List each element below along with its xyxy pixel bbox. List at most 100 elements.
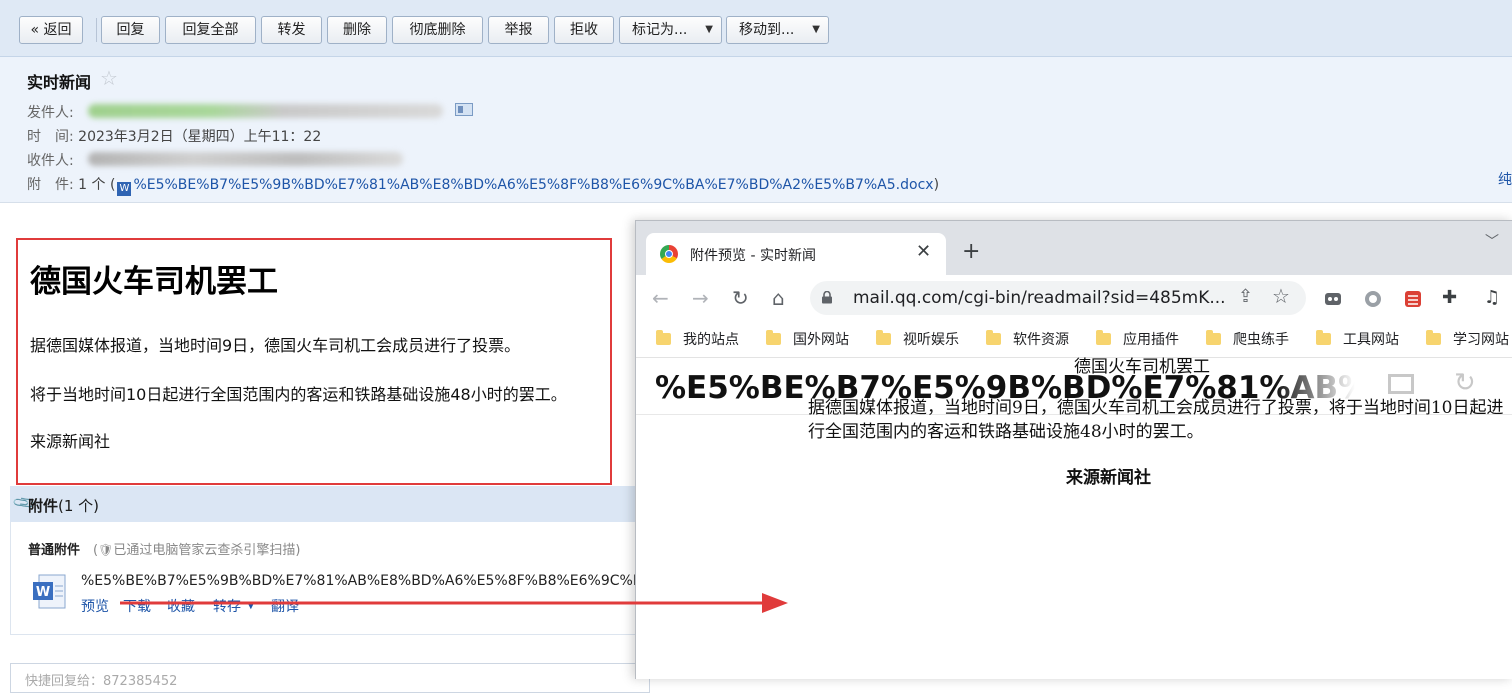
delete-permanent-button[interactable]: 彻底删除 [392, 16, 483, 44]
back-button[interactable]: « 返回 [19, 16, 83, 44]
back-arrow-icon[interactable]: ← [652, 286, 669, 310]
move-to-label: 移动到... [739, 22, 795, 38]
plain-text-link[interactable]: 纯 [1498, 169, 1512, 189]
puzzle-icon[interactable]: ✚ [1442, 287, 1457, 308]
bookmark-folder[interactable]: 应用插件 [1096, 329, 1179, 349]
from-row: 发件人: [27, 102, 74, 122]
folder-icon [1096, 330, 1111, 345]
document-page [636, 415, 1512, 679]
time-row: 时 间: 2023年3月2日（星期四）上午11：22 [27, 126, 321, 146]
address-bar[interactable]: mail.qq.com/cgi-bin/readmail?sid=485mK..… [810, 281, 1306, 315]
tab-attachment-preview[interactable]: 附件预览 - 实时新闻 ✕ [646, 233, 946, 275]
home-icon[interactable]: ⌂ [772, 286, 785, 310]
attachments-title-label: 附件 [28, 497, 59, 515]
bookmark-folder[interactable]: 爬虫练手 [1206, 329, 1289, 349]
attach-label: 附 件: [27, 177, 74, 193]
report-button[interactable]: 举报 [488, 16, 549, 44]
shield-icon: 🛡 [98, 543, 114, 557]
bookmark-label: 工具网站 [1343, 332, 1399, 348]
bookmark-folder[interactable]: 软件资源 [986, 329, 1069, 349]
attachments-title: 附件(1 个) [28, 495, 99, 516]
chevron-down-icon: ▼ [812, 24, 820, 35]
normal-attachment-label: 普通附件 [28, 543, 81, 558]
mail-content-highlight: 德国火车司机罢工 据德国媒体报道，当地时间9日，德国火车司机工会成员进行了投票。… [16, 238, 612, 485]
attach-count: 1 个 ( [78, 177, 116, 193]
new-tab-icon[interactable]: + [962, 239, 980, 264]
folder-icon [1206, 330, 1221, 345]
attach-close: ) [933, 177, 940, 193]
mark-as-label: 标记为... [632, 22, 688, 38]
attachment-filename: %E5%BE%B7%E5%9B%BD%E7%81%AB%E8%BD%A6%E5%… [81, 573, 636, 589]
download-link[interactable]: 下载 [123, 596, 151, 616]
share-icon[interactable]: ⇪ [1238, 286, 1253, 307]
navigation-bar: ← → ↻ ⌂ mail.qq.com/cgi-bin/readmail?sid… [636, 275, 1512, 321]
article-paragraph-1: 据德国媒体报道，当地时间9日，德国火车司机工会成员进行了投票。 [30, 336, 521, 355]
folder-icon [876, 330, 891, 345]
delete-button[interactable]: 删除 [327, 16, 387, 44]
bookmark-label: 软件资源 [1013, 332, 1069, 348]
forward-button[interactable]: 转发 [261, 16, 322, 44]
bookmark-label: 国外网站 [793, 332, 849, 348]
fullscreen-icon[interactable] [1388, 374, 1414, 394]
bookmark-folder[interactable]: 我的站点 [656, 329, 739, 349]
preview-browser-window: 附件预览 - 实时新闻 ✕ + ﹀ ← → ↻ ⌂ mail.qq.com/cg… [635, 220, 1512, 679]
recipient-redacted [88, 152, 403, 166]
article-source: 来源新闻社 [30, 432, 111, 451]
extension-mask-icon[interactable] [1324, 290, 1342, 308]
reply-all-button[interactable]: 回复全部 [165, 16, 256, 44]
bookmark-label: 我的站点 [683, 332, 739, 348]
reload-icon[interactable]: ↻ [732, 286, 749, 310]
star-icon[interactable]: ☆ [100, 66, 118, 90]
mark-as-dropdown[interactable]: 标记为... ▼ [619, 16, 722, 44]
close-icon[interactable]: ✕ [916, 241, 931, 262]
preview-link[interactable]: 预览 [81, 596, 109, 616]
article-title: 德国火车司机罢工 [30, 264, 278, 300]
chevron-down-icon[interactable]: ﹀ [1485, 231, 1499, 251]
word-doc-icon: W [117, 182, 132, 196]
save-to-link[interactable]: 转存 [213, 596, 241, 616]
bookmark-folder[interactable]: 工具网站 [1316, 329, 1399, 349]
extension-circle-icon[interactable] [1364, 290, 1382, 308]
forward-arrow-icon[interactable]: → [692, 286, 709, 310]
reply-button[interactable]: 回复 [101, 16, 160, 44]
browser-favicon-icon [660, 245, 678, 263]
rotate-icon[interactable]: ↻ [1454, 368, 1476, 398]
contact-card-icon[interactable] [455, 103, 473, 116]
bookmark-star-icon[interactable]: ☆ [1272, 284, 1290, 308]
bookmark-folder[interactable]: 学习网站 [1426, 329, 1509, 349]
move-to-dropdown[interactable]: 移动到... ▼ [726, 16, 829, 44]
bookmark-label: 应用插件 [1123, 332, 1179, 348]
folder-icon [986, 330, 1001, 345]
folder-icon [1316, 330, 1331, 345]
quick-reply-input[interactable]: 快捷回复给：872385452 [10, 663, 650, 693]
url-text: mail.qq.com/cgi-bin/readmail?sid=485mK..… [853, 288, 1226, 308]
tab-title: 附件预览 - 实时新闻 [690, 248, 816, 264]
folder-icon [656, 330, 671, 345]
bookmark-folder[interactable]: 视听娱乐 [876, 329, 959, 349]
svg-text:W: W [36, 585, 50, 600]
time-label: 时 间: [27, 129, 74, 145]
media-icon[interactable]: ♫ [1484, 287, 1500, 308]
chevron-down-icon[interactable]: ▼ [247, 600, 255, 611]
mail-subject: 实时新闻 [27, 73, 92, 92]
attachments-header: 📎 附件(1 个) [10, 486, 635, 522]
attachment-link[interactable]: %E5%BE%B7%E5%9B%BD%E7%81%AB%E8%BD%A6%E5%… [133, 177, 933, 193]
attachments-panel: 普通附件 (🛡已通过电脑管家云查杀引擎扫描) W %E5%BE%B7%E5%9B… [10, 522, 636, 635]
bookmark-label: 爬虫练手 [1233, 332, 1289, 348]
bookmark-folder[interactable]: 国外网站 [766, 329, 849, 349]
sender-redacted [88, 104, 443, 118]
bookmark-label: 学习网站 [1453, 332, 1509, 348]
scan-note-text: 已通过电脑管家云查杀引擎扫描) [113, 543, 301, 558]
from-label: 发件人: [27, 105, 74, 121]
favorite-link[interactable]: 收藏 [167, 596, 195, 616]
to-row: 收件人: [27, 150, 74, 170]
reject-button[interactable]: 拒收 [554, 16, 614, 44]
extension-todoist-icon[interactable] [1404, 290, 1422, 308]
translate-link[interactable]: 翻译 [271, 596, 299, 616]
tab-strip: 附件预览 - 实时新闻 ✕ + ﹀ [636, 221, 1512, 275]
mail-toolbar: « 返回 回复 回复全部 转发 删除 彻底删除 举报 拒收 标记为... ▼ 移… [0, 0, 1512, 57]
folder-icon [766, 330, 781, 345]
lock-icon [822, 291, 832, 304]
document-title: 德国火车司机罢工 [1074, 357, 1210, 377]
mail-header: 实时新闻 ☆ 发件人: 时 间: 2023年3月2日（星期四）上午11：22 收… [0, 57, 1512, 203]
